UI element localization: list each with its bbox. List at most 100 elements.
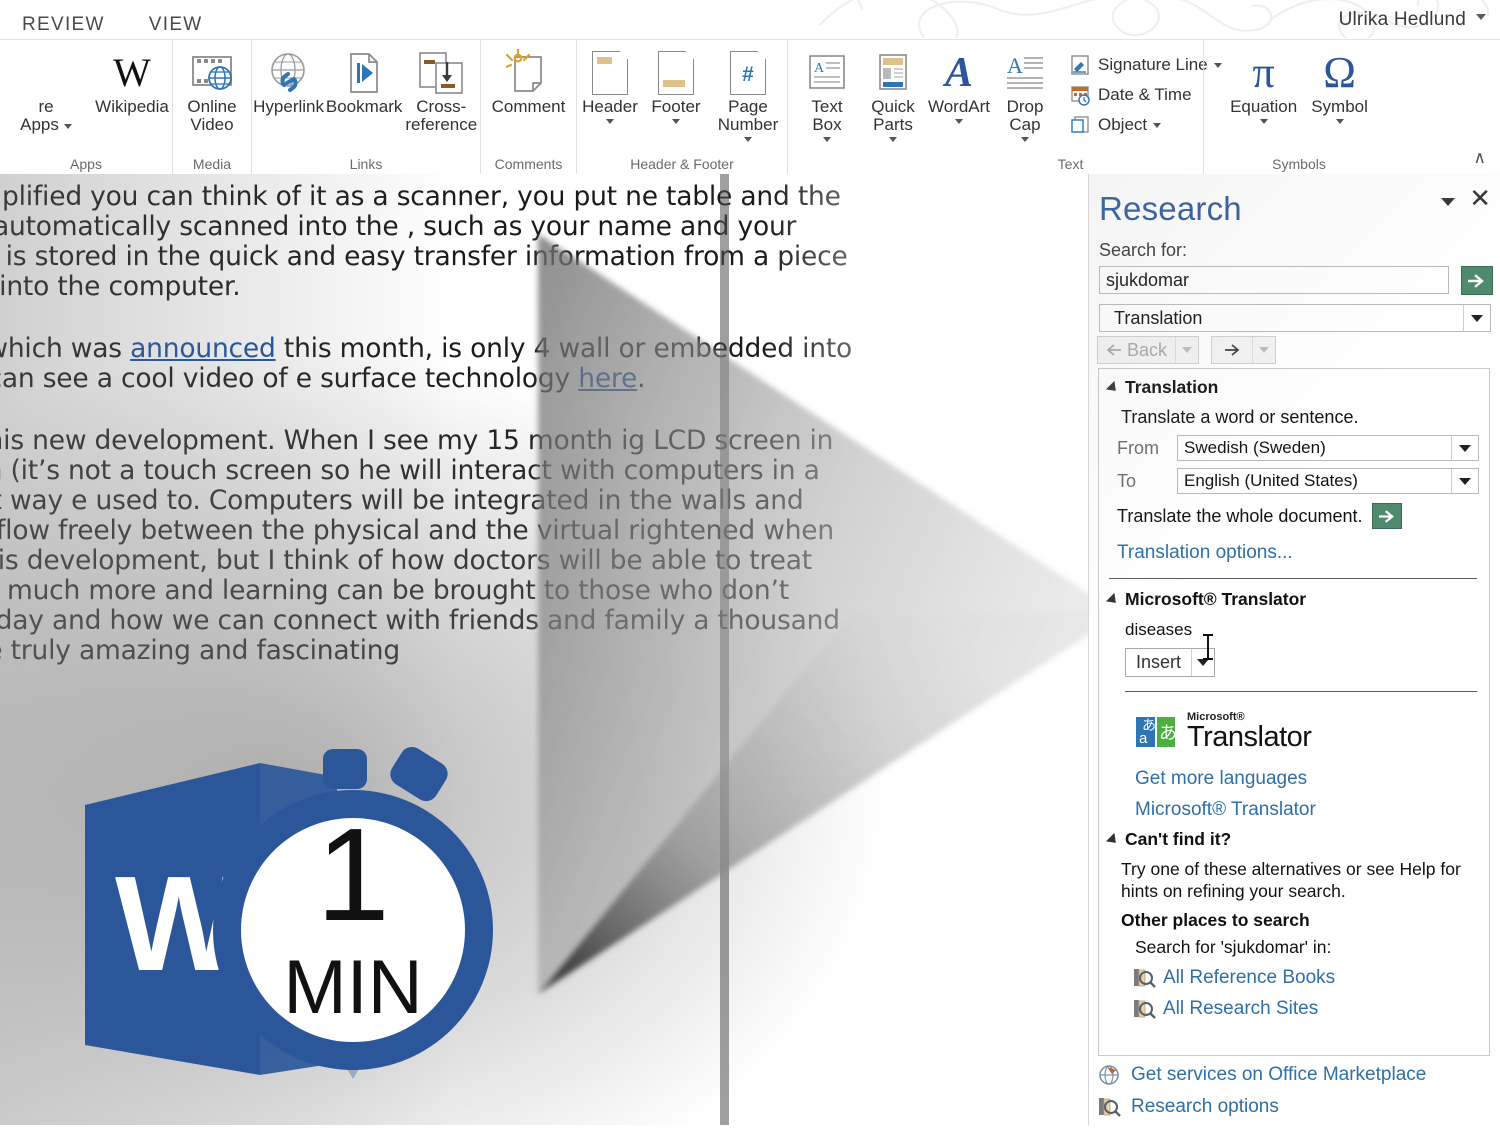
all-reference-books-label: All Reference Books [1163, 967, 1336, 988]
chevron-down-icon[interactable] [1441, 198, 1455, 206]
drop-cap-button[interactable]: A Drop Cap [992, 46, 1058, 142]
online-video-button[interactable]: Online Video [173, 46, 251, 134]
apps-for-office-button[interactable]: re Apps [0, 46, 92, 134]
wikipedia-button[interactable]: W Wikipedia [92, 46, 172, 116]
from-language-select[interactable]: Swedish (Sweden) [1177, 435, 1479, 461]
all-research-sites-link[interactable]: All Research Sites [1133, 998, 1479, 1020]
tab-review[interactable]: REVIEW [0, 14, 127, 36]
forward-dropdown-button[interactable] [1252, 337, 1275, 363]
insert-label: Insert [1136, 652, 1182, 672]
document-page[interactable]: puter. Very simplified you can think of … [0, 174, 855, 698]
chevron-down-icon[interactable] [823, 137, 831, 142]
office-marketplace-link[interactable]: Get services on Office Marketplace [1098, 1064, 1490, 1086]
chevron-down-icon[interactable] [955, 119, 963, 124]
back-label: Back [1127, 339, 1168, 360]
research-task-pane[interactable]: Research ✕ Search for: Translation Back [1088, 174, 1500, 1125]
hyperlink-button[interactable]: Hyperlink [252, 46, 325, 116]
bookmark-icon [343, 48, 385, 98]
tab-view[interactable]: VIEW [127, 14, 225, 36]
search-go-button[interactable] [1461, 266, 1493, 295]
ribbon-group-media: Online Video Media [172, 40, 251, 174]
chevron-down-icon[interactable] [744, 137, 752, 142]
collapse-triangle-icon[interactable] [1105, 832, 1121, 847]
ribbon-group-label-comments: Comments [494, 156, 563, 172]
reference-books-search-icon [1134, 969, 1156, 988]
insert-button[interactable]: Insert [1125, 648, 1216, 677]
ribbon-group-comments: Comment Comments [480, 40, 576, 174]
pane-bottom-links[interactable]: Get services on Office Marketplace Resea… [1098, 1064, 1490, 1128]
chevron-down-icon[interactable] [1451, 436, 1478, 460]
chevron-down-icon[interactable] [1463, 305, 1490, 331]
p2-pre: ce computer, which was [0, 333, 122, 364]
chevron-down-icon[interactable] [1153, 122, 1162, 128]
collapse-ribbon-button[interactable]: ∧ [1474, 148, 1486, 168]
chevron-down-icon[interactable] [1476, 14, 1486, 20]
header-button[interactable]: Header [577, 46, 643, 124]
link-here[interactable]: here [578, 363, 637, 394]
section-microsoft-translator[interactable]: Microsoft® Translator [1105, 589, 1479, 610]
research-options-link[interactable]: Research options [1098, 1096, 1490, 1118]
translation-result: diseases [1125, 620, 1193, 639]
translation-options-link[interactable]: Translation options... [1117, 542, 1479, 564]
translate-whole-document-button[interactable] [1372, 503, 1403, 529]
link-announced[interactable]: announced [130, 333, 276, 364]
pane-navigation-row[interactable]: Back [1097, 336, 1277, 364]
chevron-down-icon[interactable] [889, 137, 897, 142]
ribbon-group-label-text: Text [1057, 156, 1084, 172]
section-cant-find-it[interactable]: Can't find it? [1105, 829, 1479, 850]
all-reference-books-link[interactable]: All Reference Books [1133, 967, 1479, 989]
to-language-select[interactable]: English (United States) [1177, 468, 1479, 494]
back-button[interactable]: Back [1097, 336, 1200, 364]
collapse-triangle-icon[interactable] [1105, 380, 1121, 395]
research-options-label: Research options [1131, 1096, 1279, 1117]
text-box-button[interactable]: A Text Box [794, 46, 860, 142]
wordart-button[interactable]: A WordArt [926, 46, 992, 124]
cross-reference-button[interactable]: Cross-reference [403, 46, 480, 134]
chevron-down-icon[interactable] [1191, 649, 1214, 676]
document-paragraph-2: ce computer, which was announced this mo… [0, 334, 855, 394]
svg-text:A: A [814, 61, 825, 76]
chevron-down-icon[interactable] [1259, 119, 1268, 124]
research-service-select[interactable]: Translation [1099, 304, 1491, 332]
footer-button[interactable]: Footer [643, 46, 709, 124]
bookmark-button[interactable]: Bookmark [325, 46, 402, 116]
microsoft-translator-link[interactable]: Microsoft® Translator [1135, 799, 1479, 821]
symbol-button[interactable]: Ω Symbol [1304, 46, 1375, 124]
section-translation[interactable]: Translation [1105, 377, 1479, 398]
hyperlink-icon [264, 48, 314, 98]
get-more-languages-link[interactable]: Get more languages [1135, 768, 1479, 790]
chevron-down-icon[interactable] [606, 119, 614, 124]
account-user-name[interactable]: Ulrika Hedlund [1339, 9, 1466, 31]
chevron-down-icon[interactable] [672, 119, 680, 124]
forward-button[interactable] [1211, 336, 1277, 364]
ribbon-group-apps: re Apps W Wikipedia Apps [0, 40, 172, 174]
document-paragraph-1: puter. Very simplified you can think of … [0, 181, 848, 302]
symbol-omega-icon: Ω [1323, 48, 1356, 97]
section-microsoft-translator-title: Microsoft® Translator [1125, 589, 1307, 609]
search-for-label: Search for: [1099, 240, 1188, 260]
online-video-icon [187, 48, 237, 98]
wordart-icon: A [944, 50, 973, 96]
page-number-button[interactable]: # Page Number [709, 46, 787, 142]
close-icon[interactable]: ✕ [1469, 185, 1491, 211]
search-row [1099, 266, 1493, 296]
chevron-down-icon[interactable] [63, 124, 72, 129]
ribbon-group-label-links: Links [349, 156, 383, 172]
to-label: To [1117, 470, 1137, 491]
equation-button[interactable]: π Equation [1223, 46, 1304, 124]
back-dropdown-button[interactable] [1175, 337, 1198, 363]
ribbon-tab-bar[interactable]: REVIEW VIEW [0, 10, 225, 38]
chevron-down-icon[interactable] [1021, 137, 1029, 142]
comment-button[interactable]: Comment [485, 46, 573, 116]
page-number-label: Page Number [717, 97, 779, 134]
collapse-triangle-icon[interactable] [1105, 592, 1121, 607]
header-icon [592, 48, 629, 98]
chevron-down-icon[interactable] [1451, 469, 1478, 493]
arrow-right-green-icon [1468, 273, 1484, 288]
quick-parts-button[interactable]: Quick Parts [860, 46, 926, 142]
search-input[interactable] [1099, 266, 1449, 294]
chevron-down-icon[interactable] [1335, 119, 1344, 124]
p2-post: . [637, 363, 646, 394]
research-results-panel[interactable]: Translation Translate a word or sentence… [1098, 368, 1490, 1056]
arrow-right-green-icon [1378, 509, 1394, 523]
